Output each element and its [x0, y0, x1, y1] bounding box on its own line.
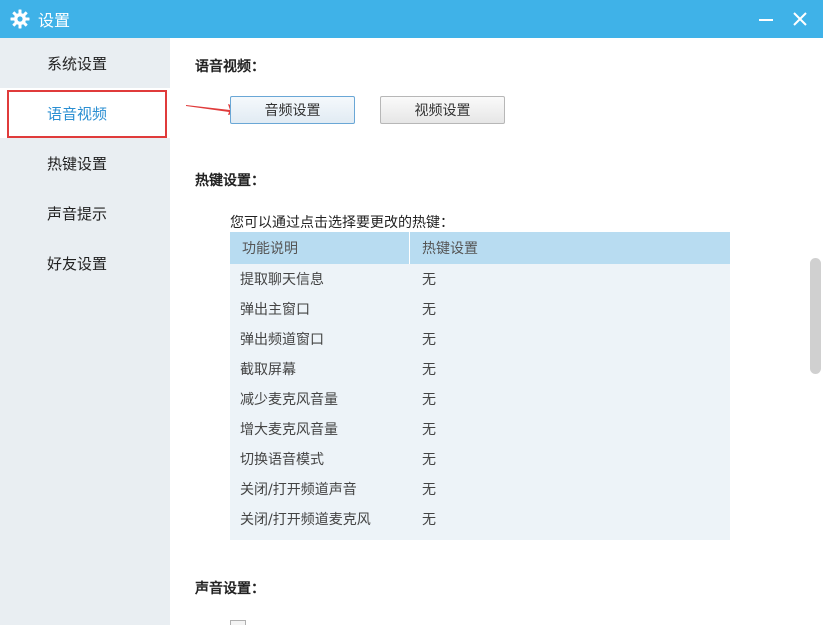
hotkey-function: 减少麦克风音量 [240, 392, 338, 408]
hotkey-value[interactable]: 无 [410, 269, 436, 289]
sidebar-item-sound-tips[interactable]: 声音提示 [0, 188, 170, 238]
table-row[interactable]: 弹出频道窗口 无 [230, 324, 730, 354]
table-row[interactable]: 截取屏幕 无 [230, 354, 730, 384]
hotkey-value[interactable]: 无 [410, 419, 436, 439]
title-bar[interactable]: 设置 [0, 0, 823, 38]
table-row[interactable]: 弹出主窗口 无 [230, 294, 730, 324]
table-row[interactable]: 关闭/打开频道麦克风 无 [230, 504, 730, 534]
settings-sidebar: 系统设置 语音视频 热键设置 声音提示 好友设置 [0, 38, 170, 625]
hotkey-value[interactable]: 无 [410, 479, 436, 499]
hotkeys-table: 功能说明 热键设置 提取聊天信息 无 弹出主窗口 无 弹出频道窗口 无 截取屏幕 [230, 232, 730, 540]
hotkey-value[interactable]: 无 [410, 359, 436, 379]
hotkey-value[interactable]: 无 [410, 389, 436, 409]
gear-icon [10, 9, 30, 29]
hotkey-value[interactable]: 无 [410, 299, 436, 319]
scrollbar-thumb[interactable] [810, 258, 821, 374]
hotkey-function: 关闭/打开频道麦克风 [240, 512, 371, 528]
sidebar-item-label: 语音视频 [47, 104, 108, 123]
hotkey-value[interactable]: 无 [410, 509, 436, 529]
close-icon [793, 12, 807, 26]
hotkey-function: 增大麦克风音量 [240, 422, 338, 438]
sidebar-item-voice-video[interactable]: 语音视频 [0, 88, 170, 138]
hotkey-function: 提取聊天信息 [240, 272, 324, 288]
hotkey-function: 关闭/打开频道声音 [240, 482, 357, 498]
sidebar-item-label: 热键设置 [47, 154, 108, 173]
minimize-icon [759, 19, 773, 21]
close-button[interactable] [785, 4, 815, 34]
table-row[interactable]: 减少麦克风音量 无 [230, 384, 730, 414]
vertical-scrollbar[interactable] [808, 38, 823, 625]
hotkey-function: 截取屏幕 [240, 362, 296, 378]
sidebar-item-label: 好友设置 [47, 254, 108, 273]
sound-checkbox[interactable] [230, 620, 246, 625]
audio-settings-button[interactable]: 音频设置 [230, 96, 355, 124]
hotkey-value[interactable]: 无 [410, 329, 436, 349]
settings-window: 设置 系统设置 语音视频 热键设置 声音提示 好友设置 语音视频： 音频设置 视… [0, 0, 823, 625]
sound-section-title: 声音设置： [195, 581, 265, 597]
hotkey-function: 弹出频道窗口 [240, 332, 324, 348]
hotkey-function: 切换语音模式 [240, 452, 324, 468]
minimize-button[interactable] [751, 4, 781, 34]
sidebar-item-label: 系统设置 [47, 54, 108, 73]
sidebar-item-system[interactable]: 系统设置 [0, 38, 170, 88]
table-row[interactable]: 增大麦克风音量 无 [230, 414, 730, 444]
table-header: 功能说明 热键设置 [230, 232, 730, 264]
sidebar-item-friends[interactable]: 好友设置 [0, 238, 170, 288]
table-row[interactable]: 关闭/打开频道声音 无 [230, 474, 730, 504]
hotkeys-hint: 您可以通过点击选择要更改的热键： [230, 215, 454, 231]
column-header-function: 功能说明 [230, 232, 410, 264]
hotkey-function: 弹出主窗口 [240, 302, 310, 318]
window-title: 设置 [38, 11, 71, 30]
settings-content: 语音视频： 音频设置 视频设置 热键设置： 您可以通过点击选择要更改的热键： 功… [170, 38, 808, 625]
column-header-hotkey: 热键设置 [422, 241, 478, 257]
sidebar-item-hotkeys[interactable]: 热键设置 [0, 138, 170, 188]
video-settings-button[interactable]: 视频设置 [380, 96, 505, 124]
voice-video-section-title: 语音视频： [195, 59, 265, 75]
hotkeys-section-title: 热键设置： [195, 173, 265, 189]
sidebar-item-label: 声音提示 [47, 204, 108, 223]
table-row[interactable]: 切换语音模式 无 [230, 444, 730, 474]
table-body: 提取聊天信息 无 弹出主窗口 无 弹出频道窗口 无 截取屏幕 无 减少麦克风音量 [230, 264, 730, 540]
hotkey-value[interactable]: 无 [410, 449, 436, 469]
table-row[interactable]: 提取聊天信息 无 [230, 264, 730, 294]
